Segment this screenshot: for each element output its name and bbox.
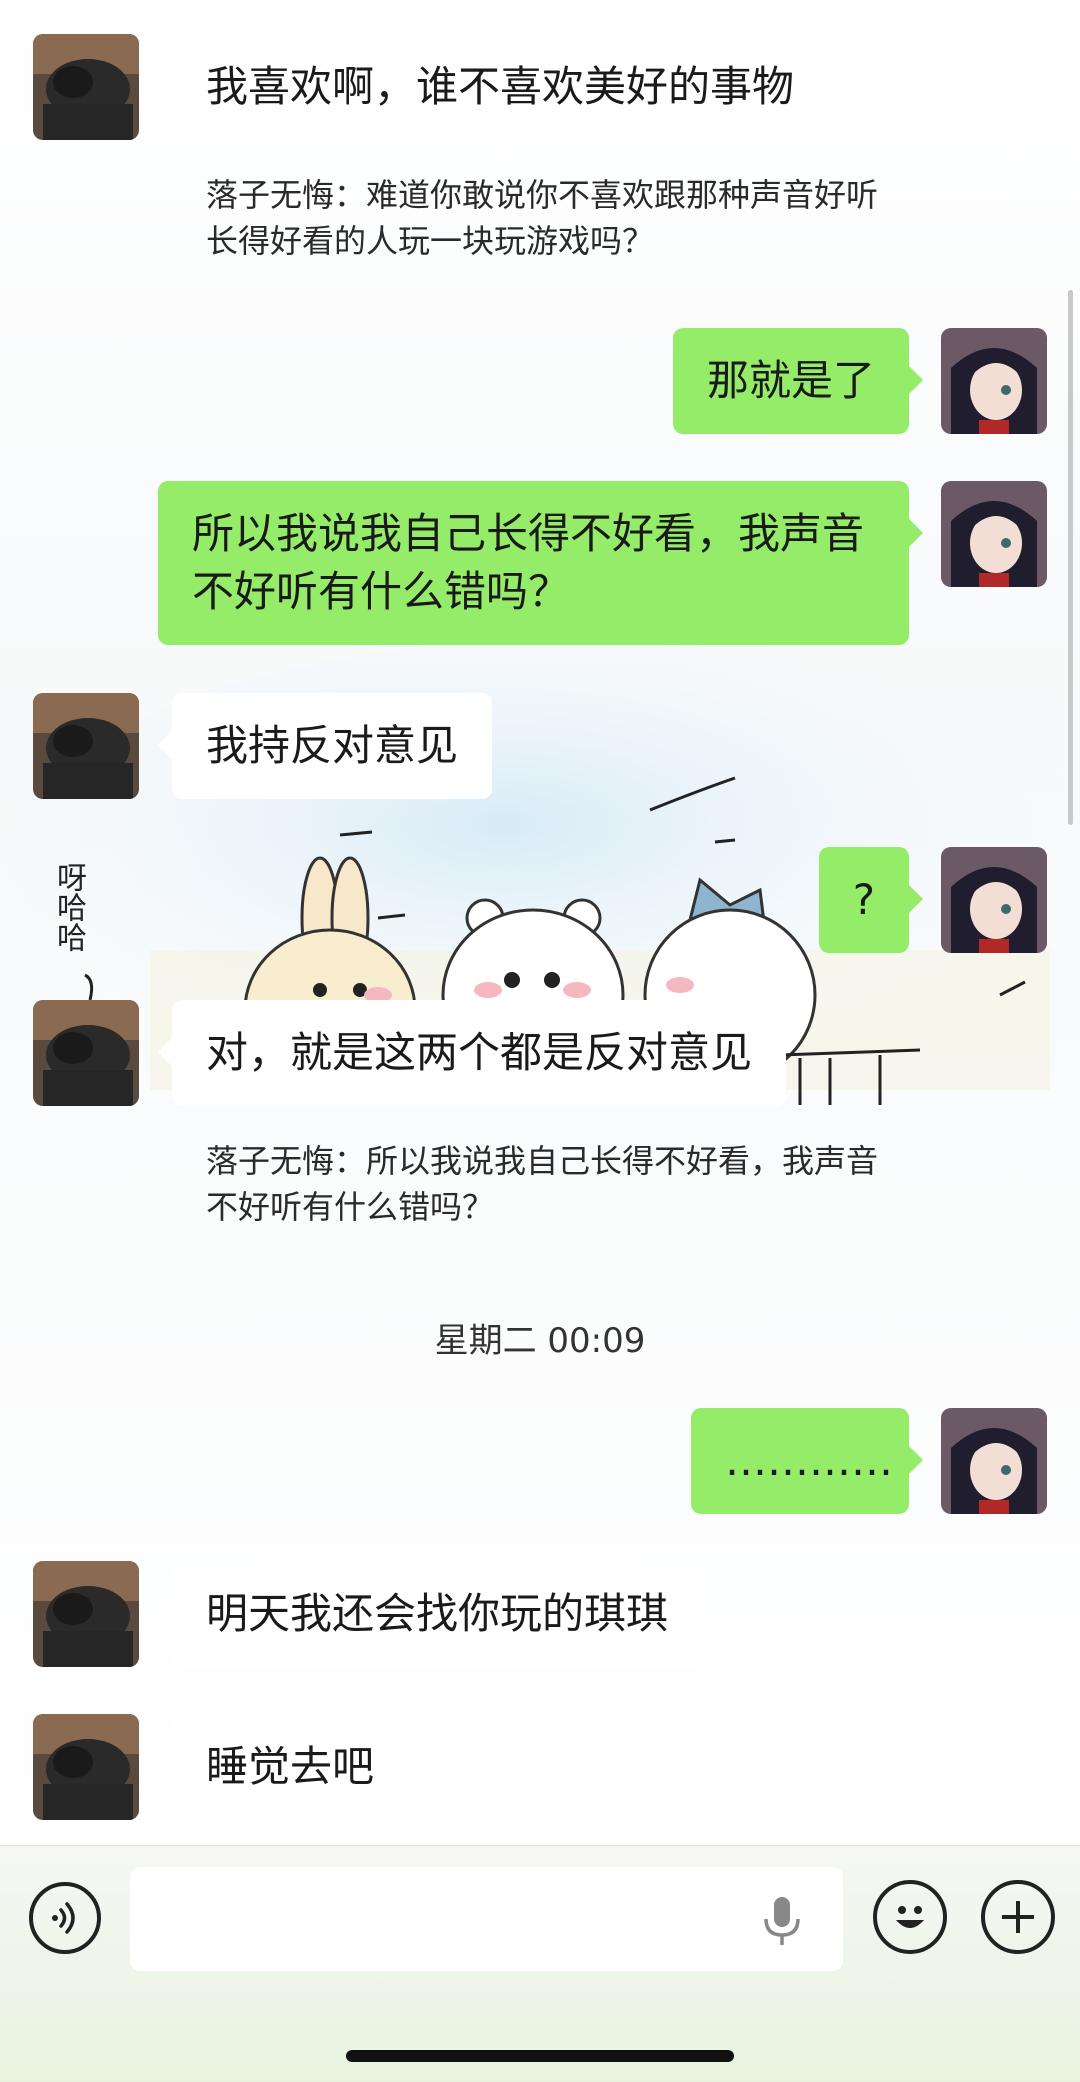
message-bubble-outgoing[interactable]: …………: [691, 1408, 923, 1514]
message-input[interactable]: [130, 1867, 843, 1973]
message-input-field[interactable]: [150, 1867, 714, 1973]
message-bubble-outgoing[interactable]: ?: [818, 847, 924, 953]
message-text: 明天我还会找你玩的琪琪: [206, 1589, 669, 1638]
message-text: 所以我说我自己长得不好看，我声音不好听有什么错吗？: [192, 509, 865, 616]
message-text: 我喜欢啊，谁不喜欢美好的事物: [206, 62, 795, 111]
message-bubble-incoming[interactable]: 睡觉去吧: [157, 1714, 409, 1820]
message-text: 睡觉去吧: [206, 1742, 375, 1791]
contact-avatar[interactable]: [33, 1561, 139, 1667]
plus-icon[interactable]: [981, 1880, 1055, 1954]
contact-avatar[interactable]: [33, 1714, 139, 1820]
wallpaper-text: 呀哈哈: [51, 862, 86, 952]
contact-avatar[interactable]: [33, 693, 139, 799]
message-bubble-incoming[interactable]: 我持反对意见: [157, 693, 493, 799]
message-text: 我持反对意见: [206, 721, 459, 770]
message-text: …………: [725, 1436, 893, 1485]
contact-avatar[interactable]: [33, 1000, 139, 1106]
message-bubble-incoming[interactable]: 对，就是这两个都是反对意见: [157, 1000, 787, 1106]
voice-icon[interactable]: [29, 1882, 101, 1954]
home-indicator[interactable]: [346, 2050, 734, 2062]
scrollbar[interactable]: [1068, 290, 1073, 825]
message-text: 那就是了: [706, 356, 875, 405]
message-bubble-incoming[interactable]: 明天我还会找你玩的琪琪: [157, 1561, 703, 1667]
quoted-message[interactable]: 落子无悔：所以我说我自己长得不好看，我声音不好听有什么错吗？: [206, 1138, 896, 1230]
message-bubble-outgoing[interactable]: 那就是了: [672, 328, 924, 434]
emoji-icon[interactable]: [873, 1880, 947, 1954]
my-avatar[interactable]: [941, 481, 1047, 587]
quoted-message[interactable]: 落子无悔：难道你敢说你不喜欢跟那种声音好听 长得好看的人玩一块玩游戏吗？: [206, 172, 896, 264]
timestamp: 星期二 00:09: [434, 1321, 646, 1361]
microphone-icon[interactable]: [760, 1895, 804, 1951]
message-text: ?: [852, 875, 875, 924]
contact-avatar[interactable]: [33, 34, 139, 140]
my-avatar[interactable]: [941, 1408, 1047, 1514]
message-bubble-incoming[interactable]: 我喜欢啊，谁不喜欢美好的事物: [157, 34, 828, 140]
input-bar: [0, 1845, 1080, 2082]
message-text: 对，就是这两个都是反对意见: [206, 1028, 753, 1077]
my-avatar[interactable]: [941, 847, 1047, 953]
my-avatar[interactable]: [941, 328, 1047, 434]
message-bubble-outgoing[interactable]: 所以我说我自己长得不好看，我声音不好听有什么错吗？: [158, 481, 923, 645]
